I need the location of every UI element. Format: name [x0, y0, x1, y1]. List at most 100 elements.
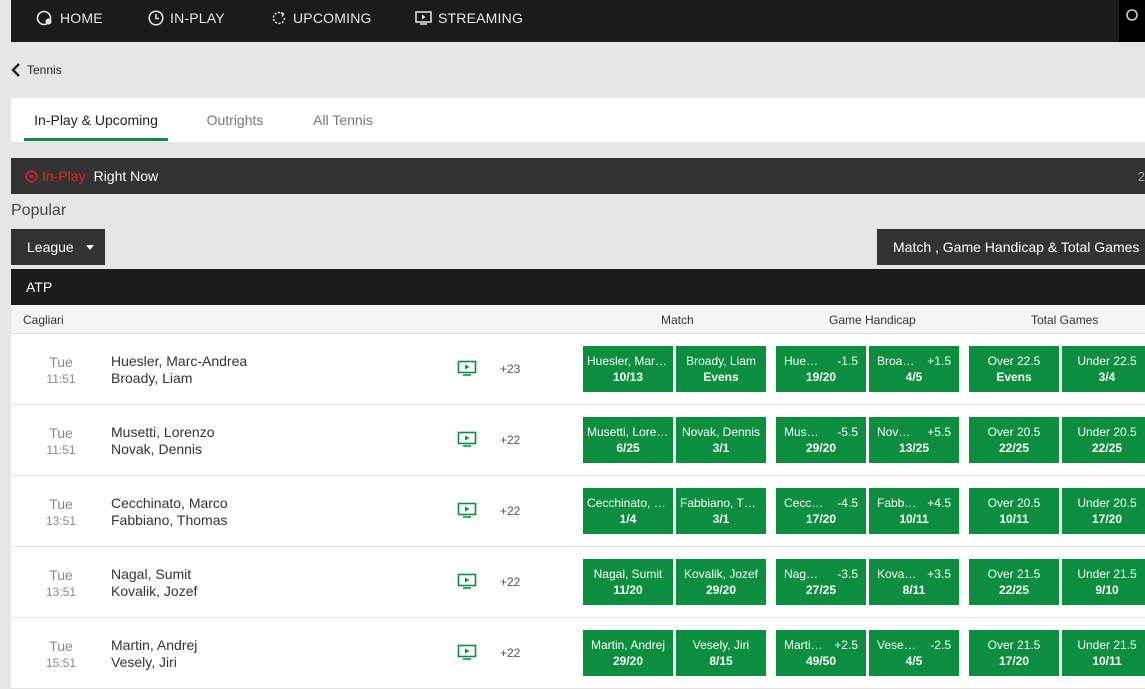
- total-games-over[interactable]: Over 20.5 22/25: [969, 417, 1059, 463]
- selection-name: Vesely, Jiri: [692, 638, 750, 652]
- player-one[interactable]: Huesler, Marc-Andrea: [111, 353, 247, 369]
- odds-value: 3/4: [1098, 370, 1116, 384]
- live-stream-icon[interactable]: [457, 502, 477, 523]
- handicap-odds-player2[interactable]: Broady, Liam +1.5 4/5: [869, 346, 959, 392]
- odds-value: 8/11: [902, 583, 926, 597]
- odds-value: 10/11: [1092, 654, 1122, 668]
- live-stream-icon[interactable]: [457, 431, 477, 452]
- handicap-odds-player2[interactable]: Kovalik, Jozef +3.58/11: [869, 559, 959, 605]
- col-total-games: Total Games: [1031, 313, 1099, 327]
- total-games-under[interactable]: Under 20.5 17/20: [1062, 488, 1145, 534]
- handicap-odds-player1[interactable]: Nagal, Sumit -3.527/25: [776, 559, 866, 605]
- total-games-over[interactable]: Over 21.5 17/20: [969, 630, 1059, 676]
- player-two[interactable]: Kovalik, Jozef: [111, 583, 197, 599]
- match-odds-player2[interactable]: Vesely, Jiri 8/15: [676, 630, 766, 676]
- selection-name: Novak, Dennis: [877, 425, 917, 439]
- match-odds-player1[interactable]: Nagal, Sumit 11/20: [583, 559, 673, 605]
- handicap-odds-player2[interactable]: Fabbiano, Thomas +4.5 10/11: [869, 488, 959, 534]
- live-clock-icon: [25, 170, 38, 182]
- selection-name: Musetti, Lorenzo: [784, 425, 824, 439]
- match-time: 11:51: [46, 443, 76, 457]
- total-games-under[interactable]: Under 20.5 22/25: [1062, 417, 1145, 463]
- handicap-odds-player2[interactable]: Novak, Dennis +5.5 13/25: [869, 417, 959, 463]
- more-markets-link[interactable]: +22: [500, 433, 520, 447]
- player-two[interactable]: Broady, Liam: [111, 370, 192, 386]
- more-markets-link[interactable]: +22: [500, 575, 520, 589]
- total-games-under[interactable]: Under 21.5 10/11: [1062, 630, 1145, 676]
- handicap-odds-player1[interactable]: Martin, Andrej +2.5 49/50: [776, 630, 866, 676]
- total-games-over[interactable]: Over 21.5 22/25: [969, 559, 1059, 605]
- live-stream-icon[interactable]: [457, 573, 477, 594]
- match-time: 13:51: [45, 585, 77, 599]
- handicap-odds-player1[interactable]: Musetti, Lorenzo -5.529/20: [776, 417, 866, 463]
- handicap-odds-player1[interactable]: Huesler, Marc-Andrea -1.519/20: [776, 346, 866, 392]
- player-two[interactable]: Fabbiano, Thomas: [111, 512, 227, 528]
- top-nav: HOME IN-PLAY UPCOMING STREAMING: [11, 0, 1145, 42]
- more-markets-link[interactable]: +22: [500, 504, 520, 518]
- match-odds-player1[interactable]: Martin, Andrej 29/20: [583, 630, 673, 676]
- selection-name: Under 20.5: [1077, 425, 1137, 439]
- selection-name: Musetti, Lorenzo: [587, 425, 669, 439]
- live-stream-icon[interactable]: [457, 644, 477, 665]
- tab-outrights[interactable]: Outrights: [191, 98, 279, 140]
- match-odds-player1[interactable]: Huesler, Marc-Andrea 10/13: [583, 346, 673, 392]
- player-one[interactable]: Nagal, Sumit: [111, 566, 191, 582]
- player-one[interactable]: Cecchinato, Marco: [111, 495, 228, 511]
- player-two[interactable]: Vesely, Jiri: [111, 654, 177, 670]
- market-selector[interactable]: Match , Game Handicap & Total Games: [877, 229, 1145, 265]
- match-row[interactable]: Tue 15:51 Martin, Andrej Vesely, Jiri +2…: [11, 618, 1145, 689]
- selection-name: Cecchinato, Marco: [784, 496, 824, 510]
- handicap-odds-player2[interactable]: Vesely, Jiri -2.5 4/5: [869, 630, 959, 676]
- match-odds-player2[interactable]: Kovalik, Jozef 29/20: [676, 559, 766, 605]
- total-games-over[interactable]: Over 20.5 10/11: [969, 488, 1059, 534]
- selection-name: Under 22.5: [1077, 354, 1137, 368]
- tournament-name: Cagliari: [23, 313, 64, 327]
- total-games-over[interactable]: Over 22.5 Evens: [969, 346, 1059, 392]
- match-odds-player2[interactable]: Broady, Liam Evens: [676, 346, 766, 392]
- total-games-under[interactable]: Under 22.5 3/4: [1062, 346, 1145, 392]
- nav-streaming[interactable]: STREAMING: [415, 0, 523, 36]
- nav-in-play[interactable]: IN-PLAY: [148, 0, 225, 36]
- match-row[interactable]: Tue 13:51 Nagal, Sumit Kovalik, Jozef +2…: [11, 547, 1145, 618]
- odds-value: 49/50: [805, 654, 837, 668]
- handicap-line: -5.5: [837, 425, 858, 439]
- odds-value: 6/25: [616, 441, 640, 455]
- match-odds-player2[interactable]: Novak, Dennis 3/1: [676, 417, 766, 463]
- total-games-under[interactable]: Under 21.5 9/10: [1062, 559, 1145, 605]
- match-list: Tue 11:51 Huesler, Marc-Andrea Broady, L…: [11, 334, 1145, 689]
- match-odds-player1[interactable]: Cecchinato, Marco 1/4: [583, 488, 673, 534]
- nav-upcoming[interactable]: UPCOMING: [271, 0, 372, 36]
- selection-name: Over 21.5: [987, 638, 1041, 652]
- tab-in-play-upcoming[interactable]: In-Play & Upcoming: [24, 98, 168, 141]
- player-one[interactable]: Musetti, Lorenzo: [111, 424, 215, 440]
- player-one[interactable]: Martin, Andrej: [111, 637, 197, 653]
- more-markets-link[interactable]: +23: [500, 362, 520, 376]
- breadcrumb[interactable]: Tennis: [11, 60, 62, 80]
- player-two[interactable]: Novak, Dennis: [111, 441, 202, 457]
- in-play-now-bar[interactable]: In-Play Right Now 2: [11, 158, 1145, 194]
- match-odds-player2[interactable]: Fabbiano, Thomas 3/1: [676, 488, 766, 534]
- search-button[interactable]: [1119, 0, 1145, 42]
- match-row[interactable]: Tue 13:51 Cecchinato, Marco Fabbiano, Th…: [11, 476, 1145, 547]
- tv-icon: [415, 11, 432, 25]
- handicap-odds-player1[interactable]: Cecchinato, Marco -4.517/20: [776, 488, 866, 534]
- league-dropdown[interactable]: League: [11, 229, 105, 265]
- match-day: Tue: [49, 354, 73, 370]
- column-header: Cagliari Match Game Handicap Total Games: [11, 305, 1145, 334]
- nav-home-label: HOME: [60, 10, 103, 26]
- match-row[interactable]: Tue 11:51 Huesler, Marc-Andrea Broady, L…: [11, 334, 1145, 405]
- more-markets-link[interactable]: +22: [500, 646, 520, 660]
- match-time: 11:51: [46, 372, 76, 386]
- selection-name: Kovalik, Jozef: [877, 567, 917, 581]
- live-stream-icon[interactable]: [457, 360, 477, 381]
- selection-name: Huesler, Marc-Andrea: [784, 354, 824, 368]
- selection-name: Fabbiano, Thomas: [877, 496, 917, 510]
- odds-value: 10/11: [899, 512, 929, 526]
- tab-all-tennis[interactable]: All Tennis: [301, 98, 385, 140]
- match-odds-player1[interactable]: Musetti, Lorenzo 6/25: [583, 417, 673, 463]
- home-icon: [36, 10, 52, 26]
- match-row[interactable]: Tue 11:51 Musetti, Lorenzo Novak, Dennis…: [11, 405, 1145, 476]
- odds-value: 10/11: [999, 512, 1029, 526]
- nav-home[interactable]: HOME: [36, 0, 103, 36]
- odds-value: Evens: [996, 370, 1032, 384]
